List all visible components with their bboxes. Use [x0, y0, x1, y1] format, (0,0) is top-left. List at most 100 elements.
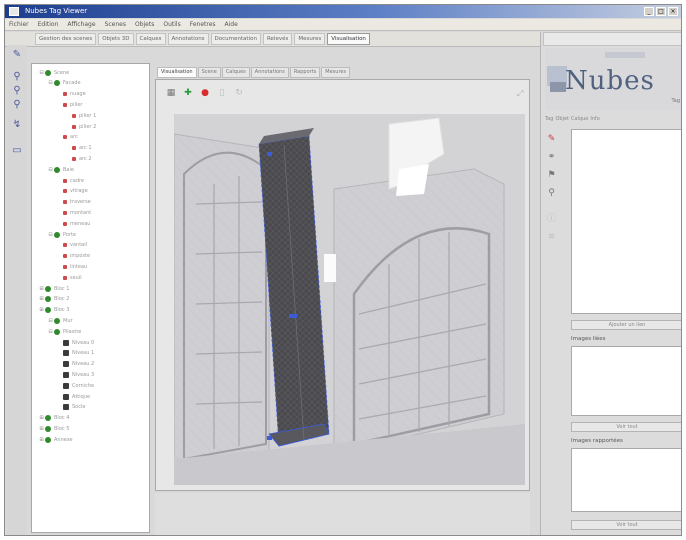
menu-item[interactable]: Aide [225, 21, 238, 28]
expand-toggle-icon[interactable]: ⊞ [38, 296, 45, 302]
viewer-tab[interactable]: Mesures [321, 67, 351, 78]
toolbar-tab[interactable]: Documentation [210, 33, 261, 45]
tree-node[interactable]: ⊟ Porte [47, 230, 76, 239]
tree-node[interactable]: ⊞ Bloc 1 [38, 284, 69, 293]
expand-toggle-icon[interactable]: ⊞ [38, 437, 45, 443]
maximize-button[interactable]: □ [656, 7, 666, 16]
tree-node[interactable]: ⊟ Pilastre [47, 327, 81, 336]
layer-tool-icon[interactable]: ▭ [11, 145, 23, 157]
close-button[interactable]: × [668, 7, 678, 16]
tree-node[interactable]: vantail [56, 241, 87, 250]
expand-toggle-icon[interactable]: ⊟ [38, 70, 45, 76]
toolbar-tab[interactable]: Relevés [262, 33, 293, 45]
images-box[interactable] [571, 346, 681, 416]
tree-node[interactable]: seuil [56, 273, 82, 282]
expand-toggle-icon[interactable]: ⊟ [47, 167, 54, 173]
minimize-button[interactable]: _ [644, 7, 654, 16]
tree-node[interactable]: pilier 1 [65, 111, 96, 120]
tree-node[interactable]: Corniche [56, 381, 94, 390]
rotate-icon[interactable]: ↻ [234, 88, 244, 98]
viewer-tab[interactable]: Annotations [250, 67, 289, 78]
tree-node[interactable]: traverse [56, 198, 91, 207]
mini-tab[interactable]: Info [590, 116, 599, 122]
expand-toggle-icon[interactable]: ⊞ [38, 426, 45, 432]
expand-toggle-icon[interactable]: ⊞ [38, 307, 45, 313]
tree-node[interactable]: Attique [56, 392, 90, 401]
images-view-all-button[interactable]: Voir tout [571, 422, 681, 432]
tree-node[interactable]: arc 1 [65, 144, 92, 153]
tree-node[interactable]: Niveau 2 [56, 360, 94, 369]
tree-node[interactable]: ⊟ Facade [47, 79, 81, 88]
menu-item[interactable]: Affichage [67, 21, 95, 28]
tree-node[interactable]: linteau [56, 262, 87, 271]
viewer-tab[interactable]: Rapports [289, 67, 321, 78]
tree-node[interactable]: Niveau 3 [56, 370, 94, 379]
select-tool-icon[interactable]: ✎ [11, 49, 23, 61]
person-tool-icon[interactable]: ⚲ [11, 71, 23, 83]
menu-item[interactable]: Fenetres [190, 21, 216, 28]
tree-node[interactable]: arc 2 [65, 154, 92, 163]
tree-node[interactable]: nuage [56, 90, 86, 99]
tree-node[interactable]: arc [56, 133, 78, 142]
tree-node[interactable]: ⊞ Bloc 2 [38, 295, 69, 304]
mini-tab[interactable]: Tag [545, 116, 553, 122]
toolbar-tab[interactable]: Calques [135, 33, 166, 45]
tree-node[interactable]: ⊟ Baie [47, 165, 74, 174]
tree-node[interactable]: Niveau 0 [56, 338, 94, 347]
tree-node[interactable]: ⊞ Annexe [38, 435, 73, 444]
tag-icon[interactable]: ⚑ [546, 170, 557, 181]
tree-node[interactable]: ⊞ Bloc 4 [38, 414, 69, 423]
toolbar-tab[interactable]: Annotations [167, 33, 209, 45]
menu-item[interactable]: Outils [163, 21, 180, 28]
add-icon[interactable]: ✚ [183, 88, 193, 98]
tree-node[interactable]: imposte [56, 252, 90, 261]
expand-toggle-icon[interactable]: ⊟ [47, 232, 54, 238]
grid-icon[interactable]: ▦ [166, 88, 176, 98]
toolbar-tab[interactable]: Visualisation [327, 33, 370, 45]
group-tool-icon[interactable]: ⚲ [11, 85, 23, 97]
tag-list[interactable] [571, 129, 681, 314]
expand-toggle-icon[interactable]: ⊟ [47, 329, 54, 335]
tree-node[interactable]: vitrage [56, 187, 88, 196]
expand-toggle-icon[interactable]: ⊟ [47, 80, 54, 86]
tree-node[interactable]: pilier 2 [65, 122, 96, 131]
tree-node[interactable]: pilier [56, 100, 82, 109]
viewer-tab[interactable]: Calques [221, 67, 250, 78]
info-icon[interactable]: ⓘ [546, 214, 557, 225]
link-icon[interactable]: ⚭ [546, 152, 557, 163]
toolbar-tab[interactable]: Mesures [294, 33, 326, 45]
expand-icon[interactable]: ⤢ [517, 89, 525, 98]
list-icon[interactable]: ≡ [546, 232, 557, 243]
tree-node[interactable]: meneau [56, 219, 90, 228]
pan-icon[interactable]: ▯ [217, 88, 227, 98]
3d-viewport[interactable] [173, 114, 525, 485]
docs-box[interactable] [571, 448, 681, 512]
docs-view-all-button[interactable]: Voir tout [571, 520, 681, 530]
tree-node[interactable]: ⊞ Bloc 3 [38, 306, 69, 315]
pen-icon[interactable]: ✎ [546, 134, 557, 145]
tree-node[interactable]: ⊟ Scene [38, 68, 69, 77]
toolbar-tab[interactable]: Gestion des scenes [35, 33, 97, 45]
expand-toggle-icon[interactable]: ⊞ [38, 286, 45, 292]
menu-item[interactable]: Scenes [105, 21, 126, 28]
viewer-tab[interactable]: Visualisation [157, 67, 197, 78]
mini-tab[interactable]: Calque [571, 116, 588, 122]
tree-node[interactable]: montant [56, 208, 91, 217]
menu-item[interactable]: Fichier [9, 21, 29, 28]
menu-item[interactable]: Edition [38, 21, 59, 28]
expand-toggle-icon[interactable]: ⊞ [38, 415, 45, 421]
tree-node[interactable]: cadre [56, 176, 84, 185]
user-tool-icon[interactable]: ⚲ [11, 99, 23, 111]
tree-node[interactable]: Socle [56, 403, 85, 412]
toolbar-tab[interactable]: Objets 3D [98, 33, 134, 45]
tree-node[interactable]: ⊟ Mur [47, 316, 73, 325]
tree-node[interactable]: Niveau 1 [56, 349, 94, 358]
move-tool-icon[interactable]: ↯ [11, 119, 23, 131]
record-icon[interactable]: ● [200, 88, 210, 98]
expand-toggle-icon[interactable]: ⊟ [47, 318, 54, 324]
tree-node[interactable]: ⊞ Bloc 5 [38, 424, 69, 433]
mini-tab[interactable]: Objet [555, 116, 569, 122]
add-link-button[interactable]: Ajouter un lien [571, 320, 681, 330]
viewer-tab[interactable]: Scene [197, 67, 221, 78]
menu-item[interactable]: Objets [135, 21, 154, 28]
